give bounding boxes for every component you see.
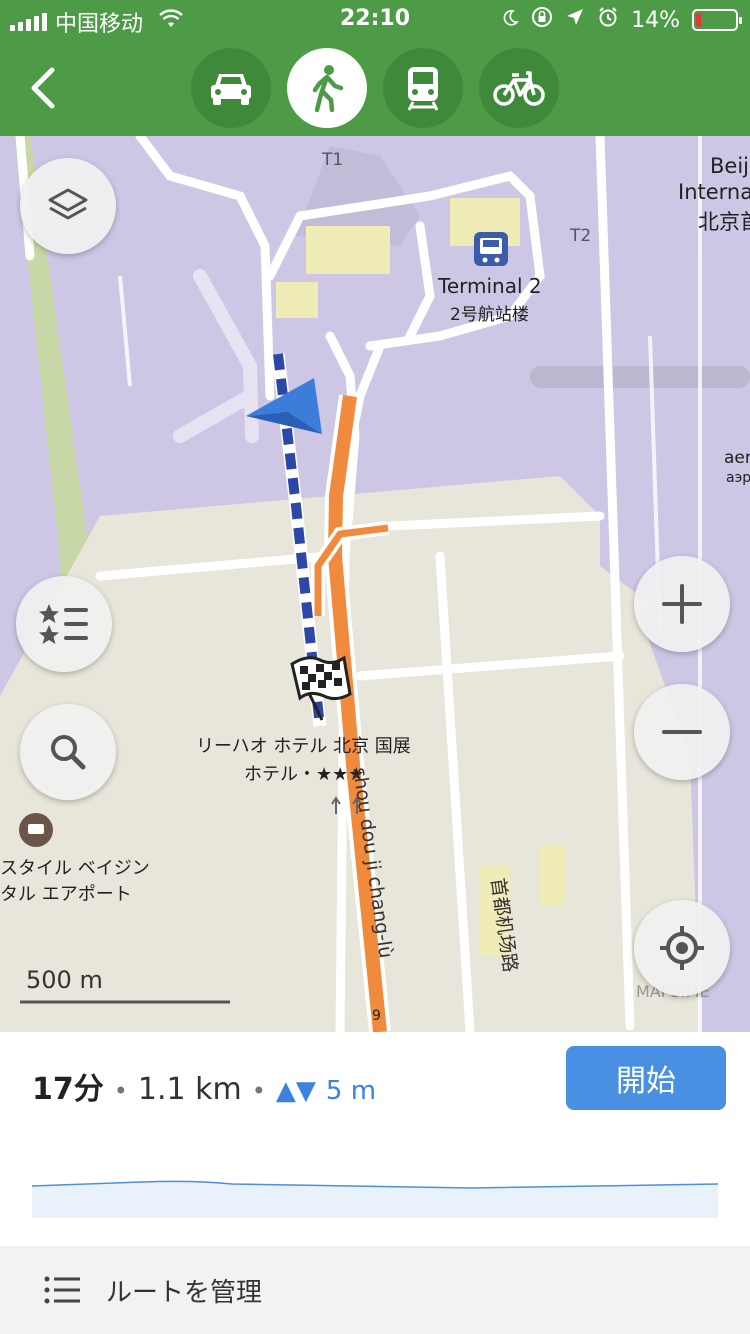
search-button[interactable] xyxy=(20,704,116,800)
elevation-chart xyxy=(32,1180,718,1218)
separator-dot: • xyxy=(113,1077,128,1105)
mode-walk-button[interactable] xyxy=(287,48,367,128)
map-label-terminal2: Terminal 2 xyxy=(438,274,542,298)
minus-icon xyxy=(662,730,702,734)
route-elevation: 5 m xyxy=(325,1076,377,1106)
mode-car-button[interactable] xyxy=(191,48,271,128)
status-bar: 中国移动 22:10 14% xyxy=(0,0,750,40)
zoom-in-button[interactable] xyxy=(634,556,730,652)
moon-icon xyxy=(501,8,519,33)
map-label-right-1: aer xyxy=(724,448,750,468)
map-label-t1: T1 xyxy=(322,150,344,170)
separator-dot: • xyxy=(251,1077,266,1105)
map-label-beijing-2: Interna xyxy=(678,180,750,204)
map-view[interactable]: T1 T2 Terminal 2 2号航站楼 Beij Interna 北京首 … xyxy=(0,136,750,1032)
alarm-icon xyxy=(597,6,619,34)
battery-percent: 14% xyxy=(631,7,680,33)
poi-label-2: タル エアポート xyxy=(0,884,132,905)
car-icon xyxy=(211,74,251,105)
crosshair-icon xyxy=(660,926,704,970)
battery-icon xyxy=(692,9,742,31)
scale-label: 500 m xyxy=(26,966,103,994)
status-right: 14% xyxy=(501,6,742,34)
route-number-label: 9 xyxy=(372,1008,381,1024)
back-button[interactable] xyxy=(28,58,68,118)
train-icon xyxy=(407,67,439,111)
top-bar: 中国移动 22:10 14% xyxy=(0,0,750,136)
poi-label-1: スタイル ベイジン xyxy=(0,858,150,879)
route-panel: 17分 • 1.1 km • ▲▼ 5 m 開始 xyxy=(0,1032,750,1246)
search-icon xyxy=(51,735,86,770)
start-button[interactable]: 開始 xyxy=(566,1046,726,1110)
route-summary: 17分 • 1.1 km • ▲▼ 5 m xyxy=(32,1064,376,1108)
battery-fill xyxy=(696,13,701,27)
manage-route-button[interactable]: ルートを管理 xyxy=(0,1246,750,1334)
zoom-out-button[interactable] xyxy=(634,684,730,780)
walk-icon xyxy=(312,65,344,112)
location-arrow-icon xyxy=(565,7,585,33)
elevation-icon: ▲▼ xyxy=(275,1076,316,1106)
layers-icon xyxy=(48,188,88,220)
rotation-lock-icon xyxy=(531,6,553,34)
my-location-button[interactable] xyxy=(634,900,730,996)
map-label-right-2: аэр xyxy=(726,470,750,486)
map-label-t2: T2 xyxy=(570,226,592,246)
map-label-beijing-3: 北京首 xyxy=(698,210,750,234)
mode-bike-button[interactable] xyxy=(479,48,559,128)
star-list-icon xyxy=(39,604,88,644)
route-time: 17分 xyxy=(32,1072,104,1107)
manage-route-label: ルートを管理 xyxy=(106,1277,263,1308)
mode-transit-button[interactable] xyxy=(383,48,463,128)
bookmarks-button[interactable] xyxy=(16,576,112,672)
map-label-beijing-1: Beij xyxy=(710,154,749,178)
route-distance: 1.1 km xyxy=(137,1072,242,1107)
plus-icon xyxy=(662,584,702,624)
destination-label-2: ホテル・★★★ xyxy=(244,764,365,785)
map-label-terminal2-cn: 2号航站楼 xyxy=(450,305,529,325)
list-icon xyxy=(44,1276,80,1304)
destination-label-1: リーハオ ホテル 北京 国展 xyxy=(196,736,411,757)
bike-icon xyxy=(493,71,545,106)
layers-button[interactable] xyxy=(20,158,116,254)
chevron-left-icon xyxy=(31,67,55,109)
